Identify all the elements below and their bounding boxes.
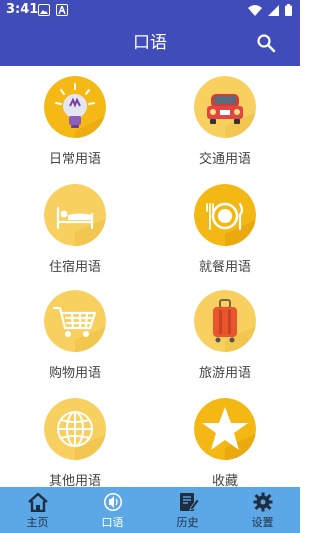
shopping-cart-icon (44, 290, 106, 352)
bottom-nav: 主页 口语 历史 设置 (0, 487, 300, 533)
category-shopping[interactable]: 购物用语 (0, 280, 150, 387)
system-icons (248, 4, 292, 16)
image-notification-icon (38, 4, 50, 16)
category-daily[interactable]: 日常用语 (0, 66, 150, 173)
category-travel[interactable]: 旅游用语 (150, 280, 300, 387)
nav-home[interactable]: 主页 (0, 487, 75, 533)
notification-icons (38, 4, 68, 16)
wifi-icon (248, 4, 262, 16)
nav-settings[interactable]: 设置 (225, 487, 300, 533)
status-bar: 3:41 (0, 0, 300, 20)
page-title: 口语 (133, 33, 167, 53)
lightbulb-icon (44, 76, 106, 138)
search-icon (257, 34, 276, 53)
globe-icon (44, 398, 106, 460)
car-icon (194, 76, 256, 138)
category-other[interactable]: 其他用语 (0, 387, 150, 487)
category-lodging[interactable]: 住宿用语 (0, 173, 150, 280)
home-icon (27, 492, 48, 512)
app-bar: 口语 (0, 20, 300, 66)
font-notification-icon (56, 4, 68, 16)
suitcase-icon (194, 290, 256, 352)
notebook-icon (179, 493, 199, 511)
dining-icon (194, 184, 256, 246)
status-time: 3:41 (6, 2, 39, 17)
gear-icon (253, 492, 272, 512)
battery-icon (285, 4, 292, 16)
category-transport[interactable]: 交通用语 (150, 66, 300, 173)
speech-icon (103, 493, 122, 511)
star-icon (194, 398, 256, 460)
nav-speech[interactable]: 口语 (75, 487, 150, 533)
nav-history[interactable]: 历史 (150, 487, 225, 533)
signal-icon (268, 4, 279, 16)
search-button[interactable] (256, 33, 276, 53)
bed-icon (44, 184, 106, 246)
category-grid: 日常用语 交通用语 住宿用语 就餐用语 购物用语 旅游用语 其他用语 收藏 (0, 66, 300, 487)
category-dining[interactable]: 就餐用语 (150, 173, 300, 280)
category-favorites[interactable]: 收藏 (150, 387, 300, 487)
